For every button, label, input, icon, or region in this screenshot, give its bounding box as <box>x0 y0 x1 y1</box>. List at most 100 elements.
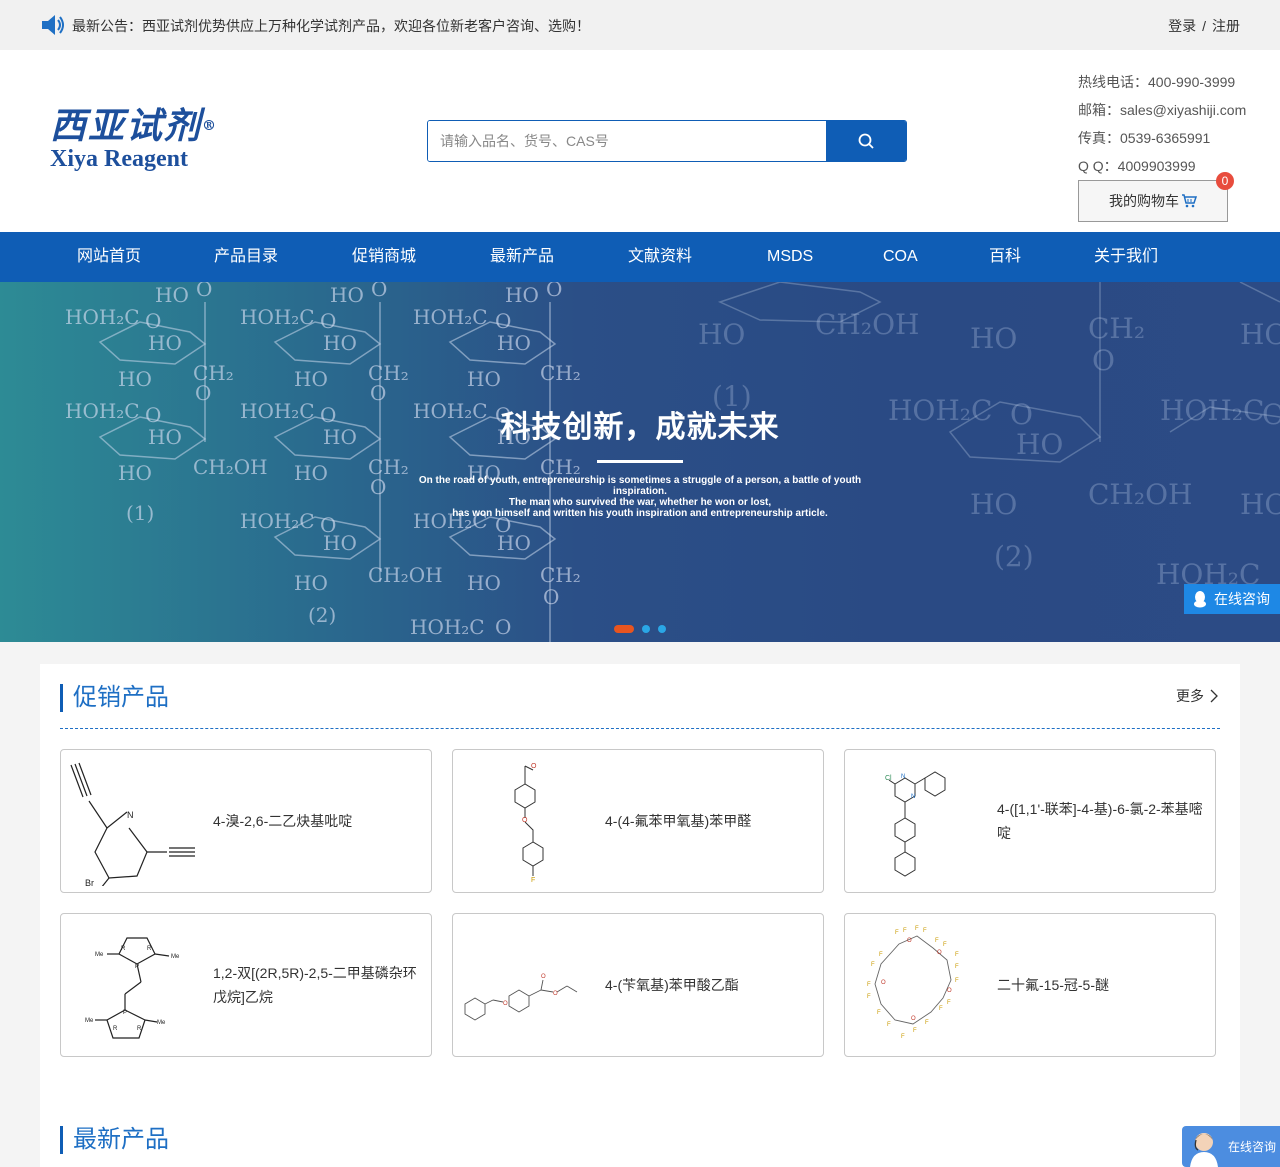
nav-home[interactable]: 网站首页 <box>77 232 141 282</box>
svg-text:O: O <box>1262 398 1280 431</box>
svg-text:HOH₂C: HOH₂C <box>65 305 140 329</box>
support-agent-avatar <box>1190 1133 1218 1167</box>
carousel-dot-2[interactable] <box>642 625 650 633</box>
product-structure-image: Cl N N <box>885 771 946 877</box>
svg-text:F: F <box>531 877 535 884</box>
section-divider <box>60 728 1220 729</box>
product-card[interactable]: N Br 4-溴-2,6-二乙炔基吡啶 <box>60 749 432 893</box>
svg-text:F: F <box>955 978 959 984</box>
nav-coa[interactable]: COA <box>883 232 918 282</box>
online-consult-label: 在线咨询 <box>1214 591 1270 607</box>
login-link[interactable]: 登录 <box>1168 18 1196 34</box>
latest-title: 最新产品 <box>60 1126 169 1154</box>
product-structure-image: FFFF FFFF FFFF FFFF FFFF OOOOO <box>867 926 959 1040</box>
svg-text:F: F <box>925 1020 929 1026</box>
svg-text:F: F <box>947 1000 951 1006</box>
svg-text:P: P <box>123 1010 127 1016</box>
svg-text:(2): (2) <box>994 540 1034 573</box>
svg-text:CH₂OH: CH₂OH <box>193 455 268 479</box>
auth-separator: / <box>1202 18 1206 34</box>
cart-button[interactable]: 我的购物车 0 <box>1078 172 1234 222</box>
svg-text:F: F <box>887 1022 891 1028</box>
svg-text:O: O <box>881 980 886 986</box>
product-card[interactable]: O O F 4-(4-氟苯甲氧基)苯甲醛 <box>452 749 824 893</box>
svg-text:CH₂OH: CH₂OH <box>815 308 919 341</box>
svg-text:Cl: Cl <box>885 775 892 782</box>
svg-text:Me: Me <box>157 1020 166 1026</box>
site-logo[interactable]: 西亚试剂® Xiya Reagent <box>50 106 240 176</box>
hero-banner[interactable]: HO O HOH₂C O HO HO CH₂ O HOH₂C O HO HO CH₂OH (1)… <box>0 282 1280 642</box>
cart-label: 我的购物车 <box>1109 193 1179 209</box>
svg-text:Br: Br <box>85 878 94 886</box>
svg-text:HOH₂C: HOH₂C <box>240 509 315 533</box>
svg-text:HO: HO <box>970 322 1017 355</box>
svg-text:O: O <box>543 585 559 609</box>
nav-literature[interactable]: 文献资料 <box>628 232 692 282</box>
svg-text:HO: HO <box>323 531 357 555</box>
product-card[interactable]: O O O 4-(苄氧基)苯甲酸乙酯 <box>452 913 824 1057</box>
svg-text:CH₂OH: CH₂OH <box>368 563 443 587</box>
nav-new-products[interactable]: 最新产品 <box>490 232 554 282</box>
svg-text:F: F <box>867 982 871 988</box>
floating-consult-button[interactable]: 在线咨询 <box>1182 1126 1280 1167</box>
svg-text:O: O <box>196 282 212 301</box>
svg-text:O: O <box>370 475 386 499</box>
svg-text:R: R <box>147 946 152 952</box>
svg-text:N: N <box>901 774 905 780</box>
svg-text:HO: HO <box>148 331 182 355</box>
svg-text:HO: HO <box>1016 428 1063 461</box>
announcement-text: 最新公告：西亚试剂优势供应上万种化学试剂产品，欢迎各位新老客户咨询、选购！ <box>72 18 590 34</box>
search-input[interactable] <box>428 121 828 161</box>
logo-english: Xiya Reagent <box>50 146 188 172</box>
cart-icon <box>1182 194 1197 208</box>
banner-caption: 科技创新，成就未来 On the road of youth, entrepre… <box>400 402 880 519</box>
cart-count-badge: 0 <box>1216 172 1234 190</box>
site-header: 西亚试剂® Xiya Reagent 热线电话：400-990-3999 邮箱：… <box>0 50 1280 232</box>
nav-promo-mall[interactable]: 促销商城 <box>352 232 416 282</box>
promo-title: 促销产品 <box>60 684 169 712</box>
svg-text:CH₂: CH₂ <box>540 563 581 587</box>
svg-text:O: O <box>145 309 161 333</box>
product-structure-image: O O O <box>464 974 578 1021</box>
qq-penguin-icon <box>1194 591 1206 608</box>
search-button[interactable] <box>826 121 906 161</box>
banner-divider <box>597 460 683 463</box>
svg-text:R: R <box>121 946 126 952</box>
nav-about[interactable]: 关于我们 <box>1094 232 1158 282</box>
auth-links: 登录 / 注册 <box>1168 16 1240 36</box>
nav-msds[interactable]: MSDS <box>767 232 813 282</box>
svg-text:F: F <box>879 952 883 958</box>
svg-text:O: O <box>320 309 336 333</box>
product-name: 4-(4-氟苯甲氧基)苯甲醛 <box>605 813 752 829</box>
svg-text:HOH₂C: HOH₂C <box>413 305 488 329</box>
carousel-dot-1[interactable] <box>614 625 634 633</box>
online-consult-tab[interactable]: 在线咨询 <box>1184 584 1280 614</box>
product-structure-image: Me Me P P Me Me R R R R <box>85 937 180 1039</box>
register-link[interactable]: 注册 <box>1212 18 1240 34</box>
svg-text:O: O <box>370 381 386 405</box>
svg-text:HO: HO <box>323 331 357 355</box>
svg-text:F: F <box>943 942 947 948</box>
svg-text:Me: Me <box>95 952 104 958</box>
svg-text:HO: HO <box>970 488 1017 521</box>
product-card[interactable]: Cl N N 4-([1,1'-联苯]-4-基)-6-氯-2-苯基嘧啶 <box>844 749 1216 893</box>
promo-more-link[interactable]: 更多 <box>1176 686 1218 706</box>
svg-text:O: O <box>907 938 912 944</box>
svg-text:O: O <box>937 950 942 956</box>
email: 邮箱：sales@xiyashiji.com <box>1078 102 1247 118</box>
svg-text:HOH₂C: HOH₂C <box>1160 394 1264 427</box>
svg-text:O: O <box>195 381 211 405</box>
carousel-dots <box>614 625 666 633</box>
svg-text:O: O <box>503 1001 508 1007</box>
contact-info: 热线电话：400-990-3999 邮箱：sales@xiyashiji.com… <box>1078 68 1246 180</box>
svg-text:HO: HO <box>1240 318 1280 351</box>
nav-wiki[interactable]: 百科 <box>989 232 1021 282</box>
nav-catalog[interactable]: 产品目录 <box>214 232 278 282</box>
promo-section: 促销产品 更多 N Br 4-溴-2,6-二乙炔基吡啶 O O F 4-(4-氟… <box>40 664 1240 1167</box>
main-nav: 网站首页 产品目录 促销商城 最新产品 文献资料 MSDS COA 百科 关于我… <box>0 232 1280 282</box>
product-card[interactable]: Me Me P P Me Me R R R R 1,2-双[(2R,5R)-2,5-二甲基… <box>60 913 432 1057</box>
svg-text:R: R <box>137 1026 142 1032</box>
product-card[interactable]: FFFF FFFF FFFF FFFF FFFF OOOOO 二十氟-15-冠-… <box>844 913 1216 1057</box>
carousel-dot-3[interactable] <box>658 625 666 633</box>
banner-subtitle-1: On the road of youth, entrepreneurship i… <box>418 475 862 497</box>
